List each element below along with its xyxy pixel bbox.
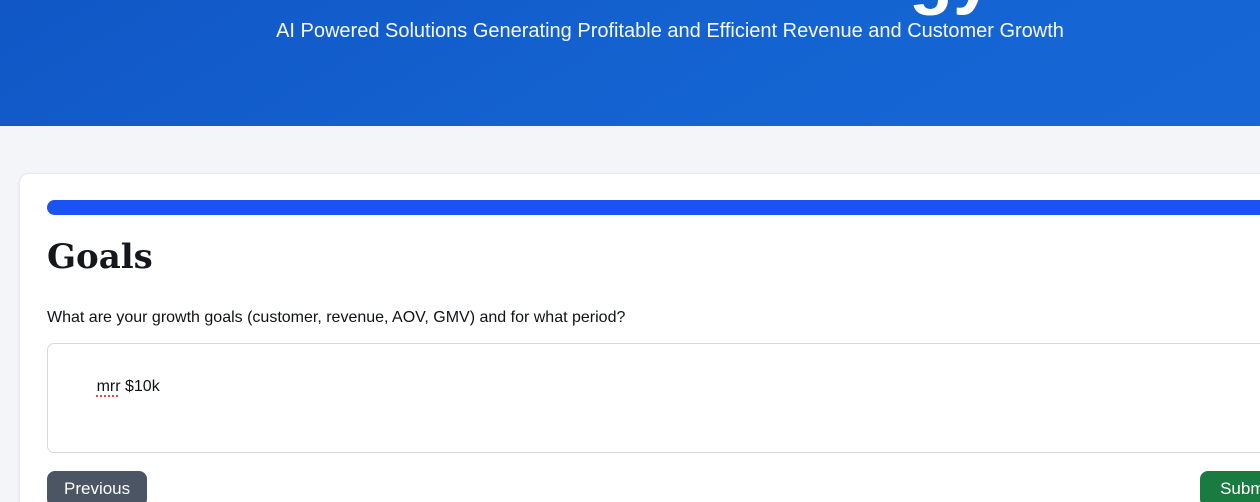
previous-button[interactable]: Previous: [47, 471, 147, 502]
main-content: Goals What are your growth goals (custom…: [0, 126, 1260, 502]
hero-header: gy AI Powered Solutions Generating Profi…: [0, 0, 1260, 126]
answer-text: $10k: [121, 378, 160, 395]
question-label: What are your growth goals (customer, re…: [47, 308, 1260, 328]
page: gy AI Powered Solutions Generating Profi…: [0, 0, 1260, 502]
hero-subtitle: AI Powered Solutions Generating Profitab…: [0, 19, 1260, 43]
section-title: Goals: [47, 240, 1260, 274]
button-row: Previous Submit: [47, 471, 1260, 502]
answer-misspelled-word: mrr: [97, 378, 121, 395]
hero-title-fragment: gy: [909, 0, 993, 12]
form-card: Goals What are your growth goals (custom…: [19, 173, 1260, 502]
progress-bar: [47, 200, 1260, 215]
submit-button[interactable]: Submit: [1200, 471, 1260, 502]
goals-textarea[interactable]: mrr $10k: [47, 343, 1260, 453]
